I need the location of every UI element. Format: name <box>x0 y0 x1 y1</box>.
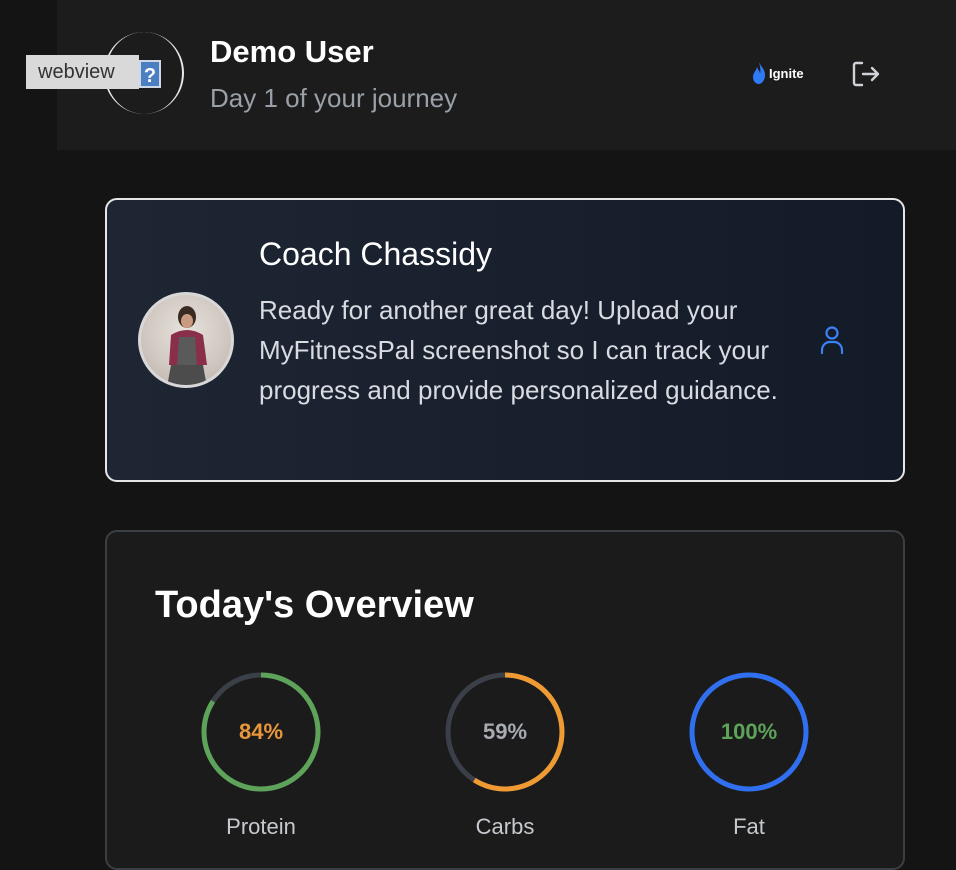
user-name: Demo User <box>210 34 374 69</box>
brand-name: Ignite <box>769 65 804 81</box>
flame-icon <box>753 62 765 84</box>
macro-ring-fat[interactable]: 100% <box>686 669 812 795</box>
macro-ring-carbs[interactable]: 59% <box>442 669 568 795</box>
webview-label: webview <box>26 55 139 89</box>
logout-icon[interactable] <box>850 58 882 90</box>
macro-label-protein: Protein <box>226 814 296 839</box>
macro-label-carbs: Carbs <box>475 814 535 839</box>
overview-title: Today's Overview <box>155 584 474 626</box>
coach-name: Coach Chassidy <box>259 236 492 272</box>
brand-logo: Ignite <box>752 60 804 86</box>
coach-message: Ready for another great day! Upload your… <box>259 295 778 405</box>
macro-percent: 100% <box>720 719 778 744</box>
broken-image-icon: ? <box>139 60 161 88</box>
app-header <box>57 0 956 150</box>
coach-avatar <box>138 292 234 388</box>
journey-subtitle: Day 1 of your journey <box>210 83 458 113</box>
macro-percent: 84% <box>238 719 284 744</box>
macro-ring-protein[interactable]: 84% <box>198 669 324 795</box>
macro-label-fat: Fat <box>733 814 765 839</box>
macro-percent: 59% <box>482 719 528 744</box>
person-icon[interactable] <box>818 325 846 355</box>
